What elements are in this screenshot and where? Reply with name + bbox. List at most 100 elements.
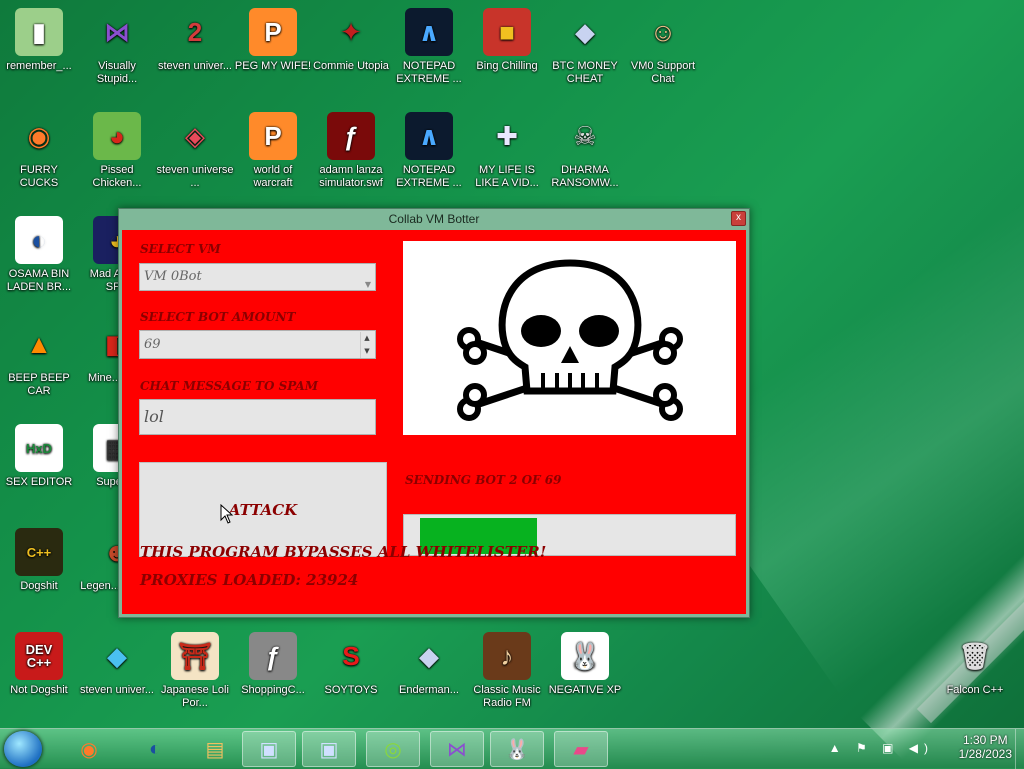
- desktop-icon[interactable]: ⋈ Visually Stupid...: [78, 8, 156, 86]
- select-vm-combobox[interactable]: VM 0Bot ▼: [139, 263, 376, 291]
- flash-file-icon: ƒ: [327, 112, 375, 160]
- desktop-icon-label: world of warcraft: [253, 164, 293, 189]
- proxies-loaded-text: PROXIES LOADED: 23924: [140, 571, 359, 589]
- desktop-icon[interactable]: ♪ Classic Music Radio FM: [468, 632, 546, 710]
- desktop-icon[interactable]: 🗑 Falcon C++: [936, 632, 1014, 697]
- soytoys-icon: S: [342, 640, 360, 671]
- window-client-area: SELECT VM VM 0Bot ▼ SELECT BOT AMOUNT 69…: [122, 230, 746, 614]
- taskbar: ◉ ◐ ▤ ▣ ▣ ◎ ⋈ 🐰 ▰ ▲ ⚑ ▣ ◀) 1:30 PM 1/28/2023: [0, 728, 1024, 769]
- desktop-icon[interactable]: ■ Bing Chilling: [468, 8, 546, 73]
- desktop-icon-label: OSAMA BIN LADEN BR...: [6, 268, 72, 293]
- desktop-icon[interactable]: Pworld of warcraft: [234, 112, 312, 190]
- desktop-icon-label: Falcon C++: [946, 684, 1004, 696]
- obama-logo-icon: ◐: [15, 216, 63, 264]
- angry-birds-icon: ◕: [93, 112, 141, 160]
- select-vm-label: SELECT VM: [140, 242, 221, 256]
- desktop-icon[interactable]: ☠ DHARMA RANSOMW...: [546, 112, 624, 190]
- chat-message-input[interactable]: lol: [139, 399, 376, 435]
- desktop-icon[interactable]: ƒ ShoppingC...: [234, 632, 312, 697]
- desktop-icon[interactable]: ∧ NOTEPAD EXTREME ...: [390, 8, 468, 86]
- desktop-icon[interactable]: C++ Dogshit: [0, 528, 78, 593]
- clock-date: 1/28/2023: [958, 747, 1012, 761]
- desktop-icon[interactable]: DEV C++ Not Dogshit: [0, 632, 78, 697]
- desktop-icon[interactable]: ⛩ Japanese Loli Por...: [156, 632, 234, 710]
- show-desktop-button[interactable]: [1015, 729, 1024, 769]
- desktop-icon[interactable]: ☺ VM0 Support Chat: [624, 8, 702, 86]
- enderman-icon: ◆: [419, 640, 439, 671]
- dev-cpp-icon: DEV C++: [15, 632, 63, 680]
- clock[interactable]: 1:30 PM 1/28/2023: [959, 733, 1012, 761]
- gamepad-icon: ✚: [496, 120, 518, 151]
- desktop-icon-label: FURRY CUCKS: [19, 164, 59, 189]
- desktop-icon-label: steven univer...: [158, 60, 232, 72]
- desktop-icon[interactable]: ◆ steven univer...: [78, 632, 156, 697]
- skull-image: [403, 241, 736, 435]
- gem-icon: ◈: [185, 120, 205, 151]
- desktop-icon-label: BTC MONEY CHEAT: [552, 60, 618, 85]
- collab-vm-botter-window: Collab VM Botter x SELECT VM VM 0Bot ▼ S…: [118, 208, 750, 618]
- desktop-icon[interactable]: 🐰 NEGATIVE XP: [546, 632, 624, 697]
- obama-icon[interactable]: ◐: [128, 731, 182, 767]
- desktop-icon-label: NOTEPAD EXTREME ...: [396, 164, 462, 189]
- desktop-icon[interactable]: ◆ Enderman...: [390, 632, 468, 697]
- desktop-icon[interactable]: 2 steven univer...: [156, 8, 234, 73]
- desktop-icon-label: Japanese Loli Por...: [161, 684, 229, 709]
- desktop-icon-label: Bing Chilling: [476, 60, 538, 72]
- attack-button-label: ATTACK: [228, 500, 298, 519]
- desktop-icon-label: steven universe ...: [156, 164, 234, 189]
- desktop-icon[interactable]: P PEG MY WIFE!: [234, 8, 312, 73]
- system-tray-icons[interactable]: ▲ ⚑ ▣ ◀): [829, 741, 934, 755]
- notepad-extreme-icon: ∧: [405, 8, 453, 56]
- desktop-icon[interactable]: S SOYTOYS: [312, 632, 390, 697]
- bot-amount-stepper[interactable]: 69 ▲ ▼: [139, 330, 376, 359]
- desktop-icon-label: Enderman...: [399, 684, 459, 696]
- computer-icon[interactable]: ▣: [302, 731, 356, 767]
- desktop-icon-label: MY LIFE IS LIKE A VID...: [475, 164, 539, 189]
- visual-studio-icon[interactable]: ⋈: [430, 731, 484, 767]
- desktop-icon[interactable]: ✚ MY LIFE IS LIKE A VID...: [468, 112, 546, 190]
- desktop-icon-label: NEGATIVE XP: [548, 684, 622, 696]
- spinner-arrows-icon[interactable]: ▲ ▼: [360, 332, 373, 358]
- start-button[interactable]: [4, 731, 42, 767]
- desktop-icon-label: steven univer...: [80, 684, 154, 696]
- desktop-icon[interactable]: ✦ Commie Utopia: [312, 8, 390, 73]
- skull-and-crossbones-icon: [457, 259, 683, 421]
- bot-amount-label: SELECT BOT AMOUNT: [140, 310, 296, 324]
- desktop-icon[interactable]: ∧ NOTEPAD EXTREME ...: [390, 112, 468, 190]
- sending-status-text: SENDING BOT 2 OF 69: [405, 473, 562, 487]
- visual-studio-icon: ⋈: [104, 16, 130, 47]
- flash-icon: ƒ: [249, 632, 297, 680]
- close-button[interactable]: x: [731, 211, 746, 226]
- desktop-icon[interactable]: ƒ adamn lanza simulator.swf: [312, 112, 390, 190]
- desktop-icon[interactable]: ◆ BTC MONEY CHEAT: [546, 8, 624, 86]
- skull-headphones-icon: ☠: [573, 120, 597, 151]
- desktop-icon-label: BEEP BEEP CAR: [8, 372, 70, 397]
- firefox-icon: ◉: [27, 120, 51, 151]
- doctor-icon: ☺: [649, 16, 677, 47]
- bunny-icon: 🐰: [561, 632, 609, 680]
- desktop-icon[interactable]: HxD SEX EDITOR: [0, 424, 78, 489]
- explorer-icon[interactable]: ▤: [188, 731, 242, 767]
- desktop-icon[interactable]: ▮ remember_...: [0, 8, 78, 73]
- desktop-icon-label: adamn lanza simulator.swf: [319, 164, 383, 189]
- bot-amount-value: 69: [144, 337, 161, 352]
- botter-app-icon[interactable]: ▰: [554, 731, 608, 767]
- desktop-icon[interactable]: ◐ OSAMA BIN LADEN BR...: [0, 216, 78, 294]
- lime-icon[interactable]: ◎: [366, 731, 420, 767]
- desktop-icon[interactable]: ◈ steven universe ...: [156, 112, 234, 190]
- desktop-icon[interactable]: ◉ FURRY CUCKS: [0, 112, 78, 190]
- computer-icon[interactable]: ▣: [242, 731, 296, 767]
- select-vm-value: VM 0Bot: [144, 269, 202, 284]
- desktop-icon-label: NOTEPAD EXTREME ...: [396, 60, 462, 85]
- chevron-down-icon[interactable]: ▼: [365, 272, 371, 298]
- peg-icon: P: [249, 8, 297, 56]
- desktop-icon-label: DHARMA RANSOMW...: [551, 164, 619, 189]
- window-title: Collab VM Botter: [388, 212, 480, 226]
- desktop-icon[interactable]: ◕ Pissed Chicken...: [78, 112, 156, 190]
- desktop-icon-label: Dogshit: [20, 580, 58, 592]
- firefox-icon[interactable]: ◉: [62, 731, 116, 767]
- bypass-text: THIS PROGRAM BYPASSES ALL WHITELISTER!: [140, 543, 547, 561]
- bunny-icon[interactable]: 🐰: [490, 731, 544, 767]
- classic-music-icon: ♪: [483, 632, 531, 680]
- desktop-icon[interactable]: ▲ BEEP BEEP CAR: [0, 320, 78, 398]
